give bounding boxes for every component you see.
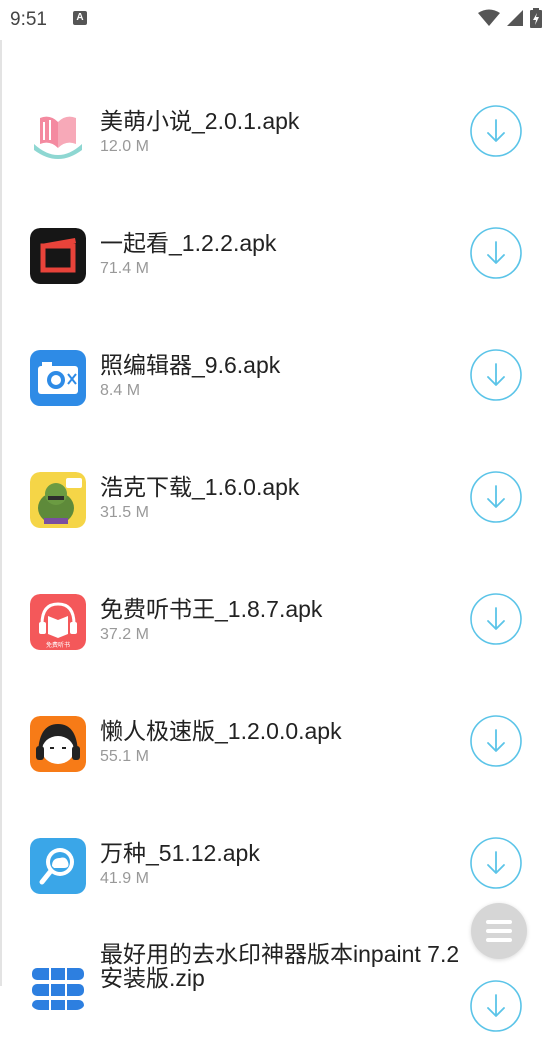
list-item[interactable]: 万种_51.12.apk 41.9 M [0,812,554,934]
hulk-icon [30,472,86,528]
battery-icon [530,8,542,28]
file-size: 41.9 M [100,870,149,887]
list-item[interactable]: 一起看_1.2.2.apk 71.4 M [0,202,554,324]
file-name: 免费听书王_1.8.7.apk [100,596,323,622]
download-icon[interactable] [470,593,522,645]
file-size: 12.0 M [100,138,149,155]
menu-line-icon [486,920,512,924]
wifi-icon [478,9,500,26]
list-item[interactable]: 懒人极速版_1.2.0.0.apk 55.1 M [0,690,554,812]
menu-line-icon [486,929,512,933]
list-item[interactable]: 最好用的去水印神器版本inpaint 7.2安装版.zip [0,934,554,1056]
icon-caption: 免费听书 [46,641,70,649]
file-size: 37.2 M [100,626,149,643]
list-item[interactable]: 照编辑器_9.6.apk 8.4 M [0,324,554,446]
search-cloud-icon [30,838,86,894]
status-bar: 9:51 A [0,0,554,40]
file-size: 55.1 M [100,748,149,765]
file-name: 一起看_1.2.2.apk [100,230,277,256]
file-size: 71.4 M [100,260,149,277]
file-name: 最好用的去水印神器版本inpaint 7.2安装版.zip [100,941,460,991]
download-icon[interactable] [470,349,522,401]
file-name: 美萌小说_2.0.1.apk [100,108,300,134]
camera-icon [30,350,86,406]
file-name: 照编辑器_9.6.apk [100,352,281,378]
download-icon[interactable] [470,715,522,767]
video-icon [30,228,86,284]
list-item[interactable]: 美萌小说_2.0.1.apk 12.0 M [0,80,554,202]
download-icon[interactable] [470,471,522,523]
download-icon[interactable] [470,837,522,889]
book-icon [30,106,86,162]
list-item[interactable]: 免费听书 免费听书王_1.8.7.apk 37.2 M [0,568,554,690]
headphone-book-icon: 免费听书 [30,594,86,650]
status-time: 9:51 [10,9,47,30]
download-icon[interactable] [470,980,522,1032]
database-icon [30,954,86,1010]
lazy-face-icon [30,716,86,772]
signal-icon [507,10,523,26]
notification-a-icon: A [73,11,87,25]
menu-line-icon [486,938,512,942]
download-icon[interactable] [470,105,522,157]
file-name: 浩克下载_1.6.0.apk [100,474,300,500]
file-size: 31.5 M [100,504,149,521]
download-icon[interactable] [470,227,522,279]
file-name: 懒人极速版_1.2.0.0.apk [100,718,342,744]
file-size: 8.4 M [100,382,141,399]
file-name: 万种_51.12.apk [100,840,260,866]
menu-fab-button[interactable] [471,903,527,959]
list-item[interactable]: 浩克下载_1.6.0.apk 31.5 M [0,446,554,568]
